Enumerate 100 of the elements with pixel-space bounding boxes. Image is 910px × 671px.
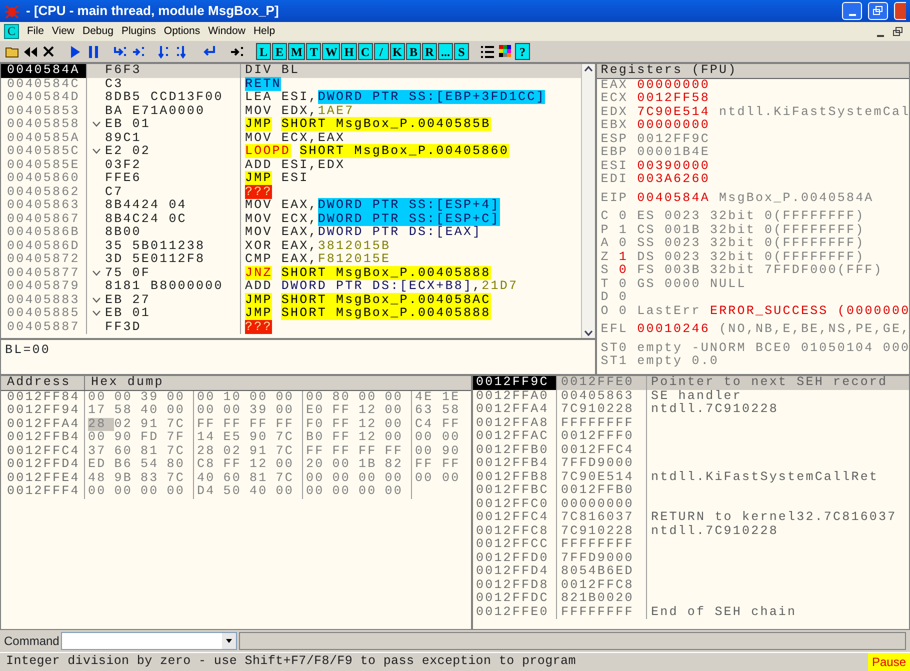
hex-byte[interactable]: 00 <box>358 472 385 485</box>
document-badge[interactable]: C <box>4 24 19 39</box>
scrollbar[interactable] <box>580 64 595 338</box>
hex-byte[interactable]: 81 <box>140 444 167 458</box>
hex-byte[interactable]: 00 <box>166 485 193 498</box>
shortcut-button[interactable]: / <box>374 43 389 60</box>
hex-byte[interactable]: 00 <box>306 472 332 485</box>
hex-byte[interactable]: FF <box>384 444 411 458</box>
stack-row[interactable]: 0012FFC0 00000000 <box>473 498 909 511</box>
hex-byte[interactable]: FF <box>332 444 358 458</box>
hex-byte[interactable]: 14 <box>197 431 224 444</box>
stack-row[interactable]: 0012FFAC 0012FFF0 <box>473 430 909 444</box>
hex-byte[interactable]: FF <box>332 418 358 431</box>
hex-byte[interactable]: 00 <box>166 404 193 418</box>
hex-byte[interactable]: 00 <box>114 485 140 498</box>
hex-byte[interactable]: 60 <box>114 444 140 458</box>
hex-byte[interactable]: 00 <box>88 431 114 444</box>
stack-row[interactable]: 0012FFC4 7C816037 RETURN to kernel32.7C816037 <box>473 511 909 524</box>
hex-byte[interactable]: 00 <box>384 390 411 404</box>
hex-byte[interactable]: 63 <box>415 404 442 418</box>
hex-byte[interactable]: E0 <box>306 404 332 418</box>
hex-byte[interactable]: 28 <box>88 418 114 431</box>
hex-byte[interactable]: 58 <box>442 404 469 418</box>
hex-byte[interactable]: 91 <box>140 418 167 431</box>
hex-byte[interactable]: 7C <box>166 418 193 431</box>
stack-row[interactable]: 0012FFB4 7FFD9000 <box>473 457 909 470</box>
hex-byte[interactable]: 91 <box>250 444 276 458</box>
hex-byte[interactable]: 00 <box>415 444 442 458</box>
menu-item[interactable]: Window <box>204 24 250 40</box>
shortcut-button[interactable]: W <box>322 43 340 60</box>
code-row[interactable]: 0040584D 8DB5 CCD13F00 LEA ESI,DWORD PTR SS:[EBP+3FD1CC] <box>1 91 581 104</box>
hex-byte[interactable]: FF <box>358 444 385 458</box>
hex-byte[interactable]: 00 <box>223 404 250 418</box>
hex-byte[interactable]: FF <box>415 458 442 472</box>
code-row[interactable]: 00405853 BA E71A0000 MOV EDX,1AE7 <box>1 104 581 118</box>
hex-byte[interactable]: 17 <box>88 404 114 418</box>
column-header[interactable]: Hex dump <box>85 376 471 390</box>
hex-byte[interactable]: 4E <box>415 390 442 404</box>
hex-byte[interactable]: FF <box>332 404 358 418</box>
menu-item[interactable]: Options <box>160 24 204 40</box>
stack-row[interactable]: 0012FFD0 7FFD9000 <box>473 552 909 565</box>
code-row[interactable]: 00405872 3D 5E0112F8 CMP EAX,F812015E <box>1 253 581 266</box>
code-row[interactable]: 0040586D 35 5B011238 XOR EAX,3812015B <box>1 240 581 253</box>
shortcut-button[interactable]: E <box>272 43 287 60</box>
hex-byte[interactable]: 00 <box>384 485 411 498</box>
hex-byte[interactable]: FF <box>332 431 358 444</box>
hex-byte[interactable]: 39 <box>140 390 167 404</box>
menu-item[interactable]: Help <box>249 24 280 40</box>
hex-byte[interactable]: 00 <box>166 390 193 404</box>
hex-byte[interactable]: 00 <box>276 485 302 498</box>
code-row[interactable]: 00405862 C7 ??? <box>1 186 581 199</box>
hex-byte[interactable]: 00 <box>197 404 224 418</box>
stack-row[interactable]: 0012FFDC 821B0020 <box>473 592 909 606</box>
hex-byte[interactable]: 39 <box>250 404 276 418</box>
column-header[interactable]: Address <box>1 376 85 390</box>
hex-byte[interactable]: FF <box>223 418 250 431</box>
hex-byte[interactable]: 48 <box>88 472 114 485</box>
stack-row[interactable]: 0012FFCC FFFFFFFF <box>473 538 909 552</box>
hex-byte[interactable]: 00 <box>276 458 302 472</box>
code-row[interactable]: 00405887 FF3D ??? <box>1 320 581 334</box>
hex-byte[interactable]: FF <box>306 444 332 458</box>
hex-byte[interactable]: B6 <box>114 458 140 472</box>
hex-byte[interactable]: 00 <box>332 458 358 472</box>
command-field[interactable] <box>61 632 238 650</box>
hex-byte[interactable]: 37 <box>88 444 114 458</box>
code-row[interactable]: 00405877 75 0F JNZ SHORT MsgBox_P.00405888 <box>1 266 581 280</box>
hex-byte[interactable]: F0 <box>306 418 332 431</box>
hex-byte[interactable]: 00 <box>276 404 302 418</box>
help-button[interactable]: ? <box>515 43 530 60</box>
hex-byte[interactable]: 00 <box>358 485 385 498</box>
stack-row[interactable]: 0012FF9C 0012FFE0 Pointer to next SEH record <box>473 376 909 390</box>
hex-byte[interactable]: FF <box>197 418 224 431</box>
hex-byte[interactable]: 02 <box>114 418 140 431</box>
hex-byte[interactable]: 00 <box>332 485 358 498</box>
hex-byte[interactable]: 80 <box>166 458 193 472</box>
hex-byte[interactable]: 00 <box>250 390 276 404</box>
stack-row[interactable]: 0012FFBC 0012FFB0 <box>473 484 909 498</box>
hex-byte[interactable]: 00 <box>332 472 358 485</box>
code-row[interactable]: 0040585E 03F2 ADD ESI,EDX <box>1 158 581 172</box>
hex-byte[interactable]: C4 <box>415 418 442 431</box>
shortcut-button[interactable]: T <box>306 43 322 60</box>
hex-byte[interactable]: 40 <box>140 404 167 418</box>
stack-row[interactable]: 0012FFD8 0012FFC8 <box>473 578 909 592</box>
hex-byte[interactable]: 00 <box>276 390 302 404</box>
hex-byte[interactable]: 00 <box>415 472 442 485</box>
code-row[interactable]: 00405867 8B4C24 0C MOV ECX,DWORD PTR SS:[ESP+C] <box>1 212 581 226</box>
shortcut-button[interactable]: R <box>422 43 438 60</box>
hex-byte[interactable]: 00 <box>88 390 114 404</box>
hex-byte[interactable]: 9B <box>114 472 140 485</box>
menu-item[interactable]: Plugins <box>117 24 160 40</box>
hex-byte[interactable]: FF <box>442 418 469 431</box>
hex-byte[interactable]: 00 <box>384 472 411 485</box>
hex-byte[interactable]: 54 <box>140 458 167 472</box>
hex-byte[interactable]: C8 <box>197 458 224 472</box>
code-row[interactable]: 00405879 8181 B8000000 ADD DWORD PTR DS:[ECX+B8],21D7 <box>1 280 581 294</box>
hex-byte[interactable]: 00 <box>384 404 411 418</box>
hex-byte[interactable]: 40 <box>250 485 276 498</box>
hex-byte[interactable]: 12 <box>358 418 385 431</box>
code-row[interactable]: 00405858 EB 01 JMP SHORT MsgBox_P.0040585B <box>1 118 581 132</box>
hex-byte[interactable]: 00 <box>358 390 385 404</box>
